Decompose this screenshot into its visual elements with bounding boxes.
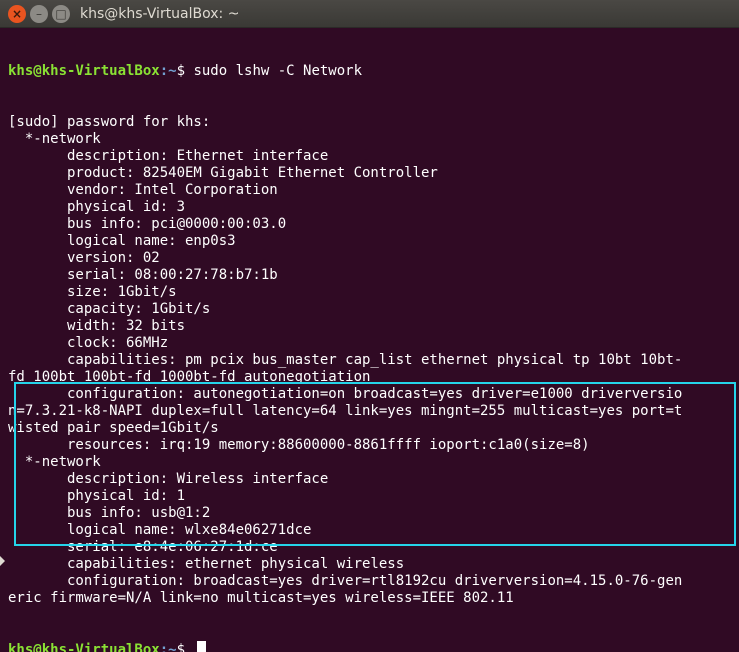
output-lines: [sudo] password for khs: *-network descr… xyxy=(8,114,739,607)
prompt-path: :~ xyxy=(159,642,177,652)
close-icon[interactable]: × xyxy=(8,5,26,23)
prompt-separator: $ xyxy=(176,642,194,652)
output-line: description: Wireless interface xyxy=(8,471,329,487)
terminal-window: × – □ khs@khs-VirtualBox: ~ khs@khs-Virt… xyxy=(0,0,739,652)
output-line: serial: 08:00:27:78:b7:1b xyxy=(8,267,278,283)
output-line: product: 82540EM Gigabit Ethernet Contro… xyxy=(8,165,438,181)
output-line: capabilities: pm pcix bus_master cap_lis… xyxy=(8,352,683,368)
output-line: capacity: 1Gbit/s xyxy=(8,301,211,317)
output-line: physical id: 3 xyxy=(8,199,186,215)
output-line: *-network xyxy=(8,131,101,147)
output-line: fd 100bt 100bt-fd 1000bt-fd autonegotiat… xyxy=(8,369,371,385)
output-line: resources: irq:19 memory:88600000-8861ff… xyxy=(8,437,590,453)
output-line: *-network xyxy=(8,454,101,470)
scroll-indicator-icon xyxy=(0,556,5,566)
output-line: capabilities: ethernet physical wireless xyxy=(8,556,405,572)
prompt-path: :~ xyxy=(159,63,177,79)
output-line: description: Ethernet interface xyxy=(8,148,329,164)
output-line: eric firmware=N/A link=no multicast=yes … xyxy=(8,590,514,606)
command-line: khs@khs-VirtualBox:~$ sudo lshw -C Netwo… xyxy=(8,63,739,80)
maximize-icon[interactable]: □ xyxy=(52,5,70,23)
output-line: logical name: wlxe84e06271dce xyxy=(8,522,312,538)
minimize-icon[interactable]: – xyxy=(30,5,48,23)
output-line: bus info: pci@0000:00:03.0 xyxy=(8,216,287,232)
output-line: physical id: 1 xyxy=(8,488,186,504)
output-line: configuration: broadcast=yes driver=rtl8… xyxy=(8,573,683,589)
output-line: size: 1Gbit/s xyxy=(8,284,177,300)
output-line: wisted pair speed=1Gbit/s xyxy=(8,420,219,436)
text-cursor xyxy=(197,641,207,652)
output-line: logical name: enp0s3 xyxy=(8,233,236,249)
output-line: serial: e8:4e:06:27:1d:ce xyxy=(8,539,278,555)
terminal-output[interactable]: khs@khs-VirtualBox:~$ sudo lshw -C Netwo… xyxy=(0,28,739,652)
output-line: [sudo] password for khs: xyxy=(8,114,211,130)
command-text: sudo lshw -C Network xyxy=(193,63,363,79)
window-title: khs@khs-VirtualBox: ~ xyxy=(80,6,240,22)
prompt-separator: $ xyxy=(176,63,194,79)
prompt-user: khs@khs-VirtualBox xyxy=(8,63,160,79)
prompt-line[interactable]: khs@khs-VirtualBox:~$ xyxy=(8,641,739,652)
title-bar[interactable]: × – □ khs@khs-VirtualBox: ~ xyxy=(0,0,739,28)
prompt-user: khs@khs-VirtualBox xyxy=(8,642,160,652)
output-line: n=7.3.21-k8-NAPI duplex=full latency=64 … xyxy=(8,403,683,419)
output-line: configuration: autonegotiation=on broadc… xyxy=(8,386,683,402)
output-line: version: 02 xyxy=(8,250,160,266)
output-line: clock: 66MHz xyxy=(8,335,169,351)
output-line: bus info: usb@1:2 xyxy=(8,505,211,521)
output-line: vendor: Intel Corporation xyxy=(8,182,278,198)
output-line: width: 32 bits xyxy=(8,318,186,334)
